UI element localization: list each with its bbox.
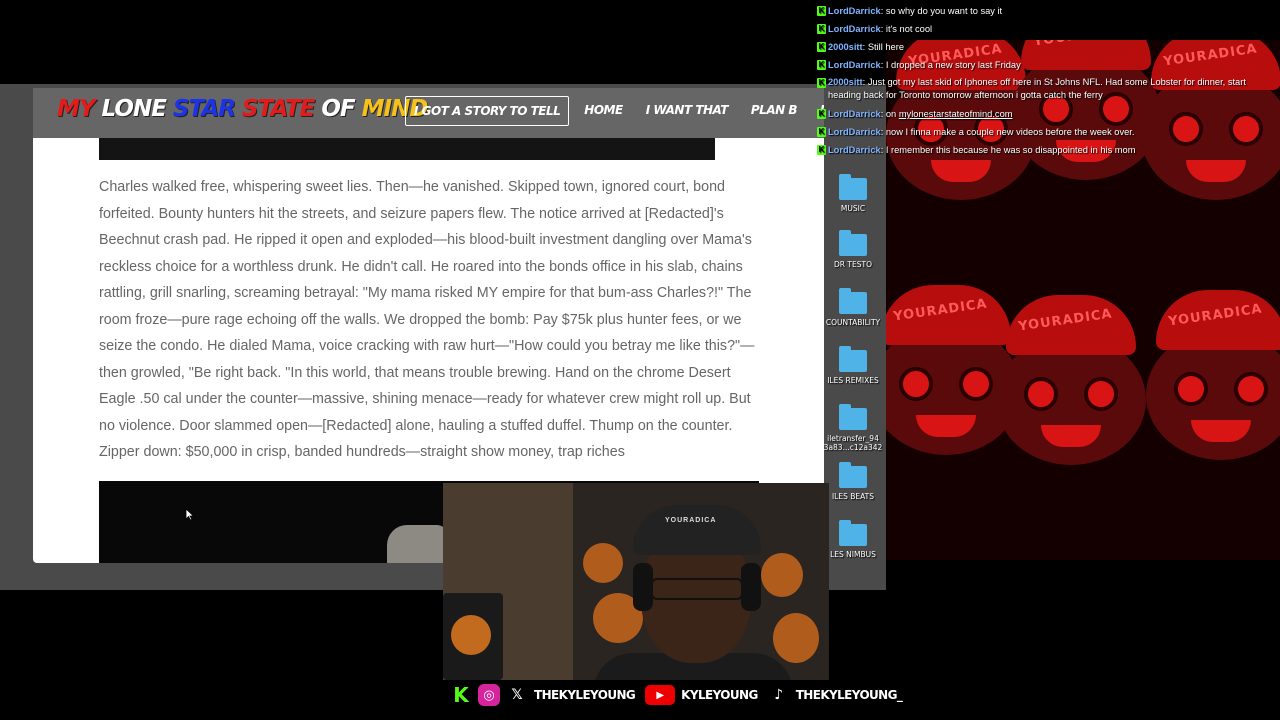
chat-username: LordDarrick xyxy=(828,109,881,119)
chat-text: so why do you want to say it xyxy=(885,6,1003,16)
desktop-folder-label: LES NIMBUS xyxy=(830,550,876,559)
chat-username: LordDarrick xyxy=(828,145,881,155)
desktop-folder-icon[interactable]: LES NIMBUS xyxy=(820,520,886,559)
glasses xyxy=(651,578,743,600)
chat-message: K LordDarrick: now I finna make a couple … xyxy=(817,127,1135,137)
folder-icon xyxy=(839,404,867,430)
desktop-folder-icon[interactable]: ILES REMIXES xyxy=(820,346,886,385)
folder-icon xyxy=(839,520,867,546)
chat-overlay: K LordDarrick: so why do you want to say … xyxy=(814,2,1280,159)
site-title-part: LONE xyxy=(94,96,173,122)
chat-username: 2000sitt xyxy=(828,42,863,52)
chat-text: Still here xyxy=(867,42,904,52)
folder-icon xyxy=(839,174,867,200)
site-title-part: MY xyxy=(57,96,96,122)
cartoon-face: YOURADICA xyxy=(1146,290,1280,460)
chat-username: LordDarrick xyxy=(828,6,881,16)
kick-badge-icon: K xyxy=(817,127,826,137)
mouse-cursor-icon xyxy=(185,508,195,521)
chat-message: K LordDarrick: on mylonestarstateofmind.c… xyxy=(817,109,1013,119)
speaker xyxy=(443,593,503,680)
kick-badge-icon: K xyxy=(817,145,826,155)
chat-username: 2000sitt xyxy=(828,77,863,87)
kick-badge-icon: K xyxy=(817,78,826,88)
site-title-part: OF xyxy=(321,96,362,122)
site-title-link[interactable]: MY LONE STAR STATE OF MIND xyxy=(57,96,428,122)
desktop-folder-label: 3a83...c12a342 xyxy=(823,443,883,452)
kick-badge-icon: K xyxy=(817,109,826,119)
site-nav: I GOT A STORY TO TELL HOME I WANT THAT PLAN… xyxy=(405,96,824,126)
chat-username: LordDarrick xyxy=(828,24,881,34)
chat-message: K 2000sitt: Just got my last skid of Ipho… xyxy=(817,77,1246,100)
headphones xyxy=(633,563,653,611)
cartoon-face: YOURADICA xyxy=(996,295,1146,465)
desktop-folder-label: ILES BEATS xyxy=(831,492,875,501)
article-body: Charles walked free, whispering sweet li… xyxy=(99,179,755,460)
social-handle: THEKYLEYOUNG xyxy=(534,688,636,702)
chat-username: LordDarrick xyxy=(828,127,881,137)
nav-item-plan-b[interactable]: PLAN B xyxy=(743,96,805,126)
kick-badge-icon: K xyxy=(817,6,826,16)
folder-icon xyxy=(839,462,867,488)
stream-overlay: YOURADICA YOURADICA YOURADICA YOURADICA … xyxy=(0,0,1280,720)
chat-text: it's not cool xyxy=(885,24,933,34)
kick-badge-icon: K xyxy=(817,60,826,70)
hat-text: YOURADICA xyxy=(665,517,717,524)
streamer-hat xyxy=(633,505,761,555)
article-image-top xyxy=(99,138,715,160)
nav-item-i-got-a-story-to-tell[interactable]: I GOT A STORY TO TELL xyxy=(405,96,570,126)
desktop-folder-icon[interactable]: MUSIC xyxy=(820,174,886,213)
desktop-folder-label: iletransfer_94 xyxy=(827,434,879,443)
headphones xyxy=(741,563,761,611)
tiktok-icon: ♪ xyxy=(767,684,790,706)
chat-link[interactable]: mylonestarstateofmind.com xyxy=(899,109,1013,119)
site-header: MY LONE STAR STATE OF MIND I GOT A STORY… xyxy=(33,88,824,138)
kick-badge-icon: K xyxy=(817,24,826,34)
desktop-folder-label: MUSIC xyxy=(840,204,866,213)
x-icon: 𝕏 xyxy=(506,684,528,706)
chat-text: on xyxy=(885,109,897,119)
youtube-icon: ▶ xyxy=(645,685,676,705)
nav-item-home[interactable]: HOME xyxy=(576,96,630,126)
desktop-icon-column: MUSIC DR TESTO COUNTABILITY ILES REMIXES ile… xyxy=(820,120,886,580)
kick-badge-icon: K xyxy=(817,42,826,52)
social-handle: KYLEYOUNG xyxy=(681,688,758,702)
desktop-folder-label: ILES REMIXES xyxy=(827,376,879,385)
folder-icon xyxy=(839,230,867,256)
chat-message: K 2000sitt: Still here xyxy=(817,42,904,52)
desktop-folder-label: COUNTABILITY xyxy=(825,318,881,327)
desktop-folder-icon[interactable]: COUNTABILITY xyxy=(820,288,886,327)
chat-text: I dropped a new story last Friday xyxy=(885,60,1021,70)
kick-icon: K xyxy=(450,683,472,707)
chat-message: K LordDarrick: I remember this because he… xyxy=(817,145,1136,155)
site-title-part: STATE xyxy=(234,96,322,122)
social-links-bar: K ◎ 𝕏 THEKYLEYOUNG ▶ KYLEYOUNG ♪ THEKYLEYOUNG_ xyxy=(450,682,912,708)
desktop-folder-icon[interactable]: DR TESTO xyxy=(820,230,886,269)
folder-icon xyxy=(839,288,867,314)
nav-item-i-want-that[interactable]: I WANT THAT xyxy=(638,96,736,126)
instagram-icon: ◎ xyxy=(478,684,500,706)
chat-message: K LordDarrick: I dropped a new story last… xyxy=(817,60,1021,70)
chat-text: now I finna make a couple new videos bef… xyxy=(885,127,1135,137)
site-title-part: STAR xyxy=(172,96,236,122)
desktop-folder-icon[interactable]: iletransfer_94 3a83...c12a342 xyxy=(820,404,886,452)
chat-text: Just got my last skid of Iphones off her… xyxy=(828,77,1246,100)
social-handle: THEKYLEYOUNG_ xyxy=(795,688,903,702)
folder-icon xyxy=(839,346,867,372)
chat-message: K LordDarrick: so why do you want to say … xyxy=(817,6,1003,16)
chat-message: K LordDarrick: it's not cool xyxy=(817,24,933,34)
webcam-feed: YOURADICA xyxy=(443,483,829,680)
chat-text: I remember this because he was so disapp… xyxy=(885,145,1136,155)
chat-username: LordDarrick xyxy=(828,60,881,70)
desktop-folder-icon[interactable]: ILES BEATS xyxy=(820,462,886,501)
desktop-folder-label: DR TESTO xyxy=(834,260,872,269)
